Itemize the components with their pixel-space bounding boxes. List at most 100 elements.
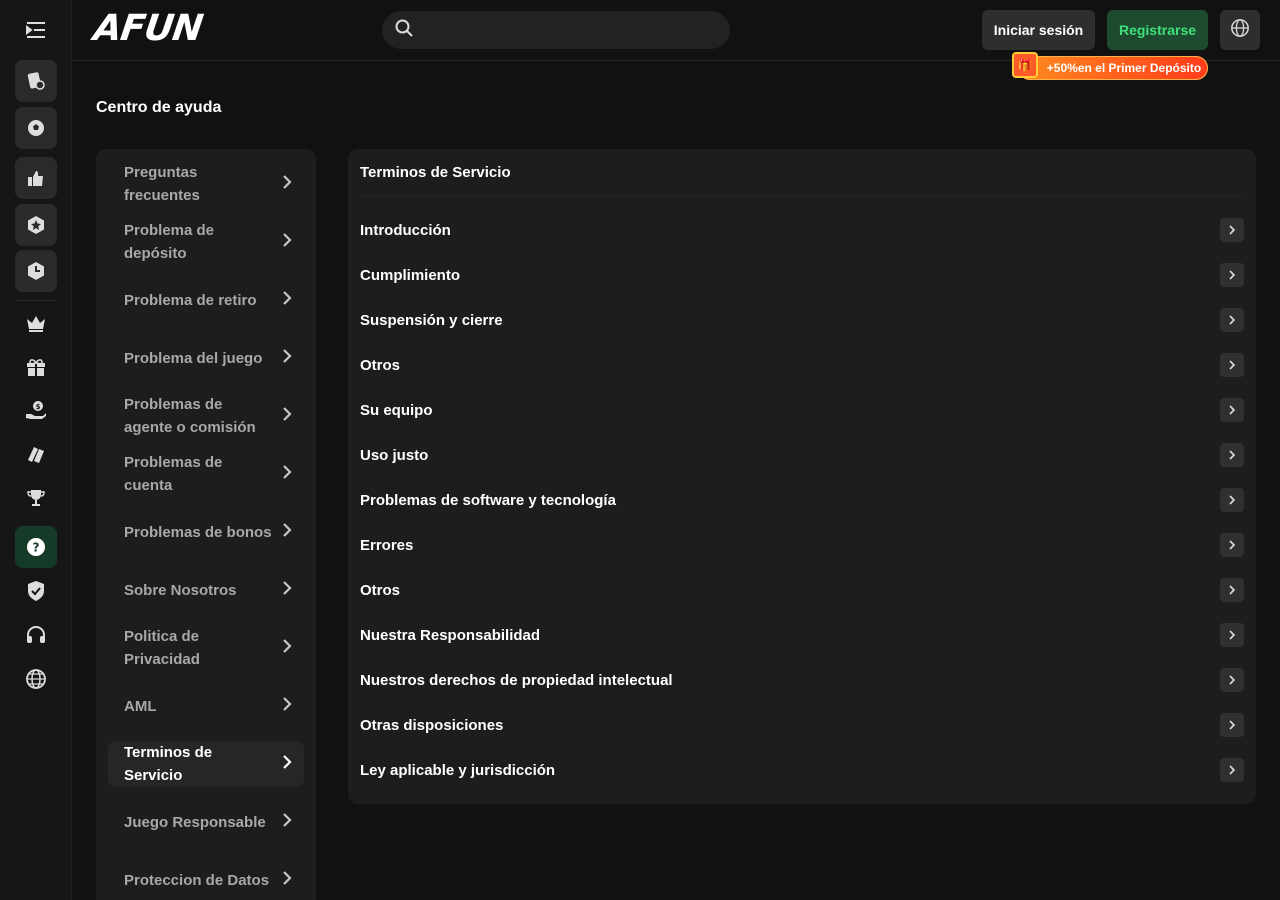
menu-item-problemas-bonos[interactable]: Problemas de bonos bbox=[108, 509, 304, 555]
section-row[interactable]: Problemas de software y tecnología bbox=[360, 484, 1244, 516]
left-rail: $ ? bbox=[0, 0, 72, 900]
chevron-right-icon[interactable] bbox=[1220, 263, 1244, 287]
chevron-right-icon[interactable] bbox=[1220, 398, 1244, 422]
chevron-right-icon bbox=[282, 812, 292, 833]
menu-item-proteccion-datos[interactable]: Proteccion de Datos bbox=[108, 857, 304, 900]
section-row[interactable]: Nuestros derechos de propiedad intelectu… bbox=[360, 664, 1244, 696]
menu-item-label: Problema de depósito bbox=[124, 222, 215, 262]
section-row[interactable]: Introducción bbox=[360, 214, 1244, 246]
menu-item-sobre-nosotros[interactable]: Sobre Nosotros bbox=[108, 567, 304, 613]
chevron-right-icon bbox=[282, 754, 292, 775]
section-row[interactable]: Ley aplicable y jurisdicción bbox=[360, 754, 1244, 786]
help-menu: Preguntas frecuentes Problema de depósit… bbox=[96, 149, 316, 900]
section-label: Nuestros derechos de propiedad intelectu… bbox=[360, 671, 673, 689]
menu-item-label: Juego Responsable bbox=[124, 813, 266, 831]
top-header: AFUN Iniciar sesión Registrarse 🎁 +50%en… bbox=[72, 0, 1280, 80]
register-button[interactable]: Registrarse bbox=[1107, 10, 1208, 50]
menu-toggle-icon[interactable] bbox=[22, 18, 50, 42]
menu-item-label: Politica de Privacidad bbox=[124, 628, 200, 668]
search-input[interactable] bbox=[422, 22, 712, 38]
headset-icon[interactable] bbox=[21, 620, 51, 650]
promo-badge[interactable]: 🎁 +50%en el Primer Depósito bbox=[1012, 52, 1208, 80]
star-badge-icon[interactable] bbox=[15, 204, 57, 246]
shield-check-icon[interactable] bbox=[21, 576, 51, 606]
menu-item-problema-juego[interactable]: Problema del juego bbox=[108, 335, 304, 381]
chevron-right-icon bbox=[282, 870, 292, 891]
section-row[interactable]: Otros bbox=[360, 349, 1244, 381]
chevron-right-icon[interactable] bbox=[1220, 758, 1244, 782]
language-button[interactable] bbox=[1220, 10, 1260, 50]
chevron-right-icon bbox=[282, 696, 292, 717]
menu-item-preguntas-frecuentes[interactable]: Preguntas frecuentes bbox=[108, 161, 304, 207]
svg-text:$: $ bbox=[36, 403, 41, 411]
section-label: Problemas de software y tecnología bbox=[360, 491, 616, 509]
rail-divider bbox=[15, 300, 57, 301]
menu-item-juego-responsable[interactable]: Juego Responsable bbox=[108, 799, 304, 845]
globe-icon[interactable] bbox=[21, 664, 51, 694]
section-label: Cumplimiento bbox=[360, 266, 460, 284]
menu-item-terminos-servicio[interactable]: Terminos de Servicio bbox=[108, 741, 304, 787]
menu-item-problema-deposito[interactable]: Problema de depósito bbox=[108, 219, 304, 265]
section-row[interactable]: Errores bbox=[360, 529, 1244, 561]
section-row[interactable]: Otros bbox=[360, 574, 1244, 606]
chevron-right-icon[interactable] bbox=[1220, 308, 1244, 332]
clock-icon[interactable] bbox=[15, 250, 57, 292]
chevron-right-icon[interactable] bbox=[1220, 443, 1244, 467]
chevron-right-icon bbox=[282, 232, 292, 253]
section-label: Errores bbox=[360, 536, 414, 554]
login-button[interactable]: Iniciar sesión bbox=[982, 10, 1095, 50]
afun-logo[interactable]: AFUN bbox=[91, 8, 205, 49]
trophy-icon[interactable] bbox=[21, 483, 51, 513]
gift-icon[interactable] bbox=[21, 352, 51, 382]
money-hand-icon[interactable]: $ bbox=[21, 395, 51, 425]
section-row[interactable]: Suspensión y cierre bbox=[360, 304, 1244, 336]
section-label: Otros bbox=[360, 581, 401, 599]
menu-item-label: Problemas de cuenta bbox=[124, 454, 223, 494]
menu-item-problemas-cuenta[interactable]: Problemas de cuenta bbox=[108, 451, 304, 497]
chevron-right-icon[interactable] bbox=[1220, 533, 1244, 557]
content-divider bbox=[360, 196, 1244, 197]
chevron-right-icon bbox=[282, 464, 292, 485]
menu-item-problemas-agente[interactable]: Problemas de agente o comisión bbox=[108, 393, 304, 439]
menu-item-label: Terminos de Servicio bbox=[124, 744, 213, 784]
chevron-right-icon bbox=[282, 348, 292, 369]
section-label: Uso justo bbox=[360, 446, 429, 464]
section-row[interactable]: Su equipo bbox=[360, 394, 1244, 426]
section-row[interactable]: Nuestra Responsabilidad bbox=[360, 619, 1244, 651]
chevron-right-icon[interactable] bbox=[1220, 713, 1244, 737]
chevron-right-icon[interactable] bbox=[1220, 623, 1244, 647]
chevron-right-icon[interactable] bbox=[1220, 578, 1244, 602]
crown-icon[interactable] bbox=[21, 308, 51, 338]
chevron-right-icon[interactable] bbox=[1220, 218, 1244, 242]
section-row[interactable]: Otras disposiciones bbox=[360, 709, 1244, 741]
soccer-ball-icon[interactable] bbox=[15, 107, 57, 149]
chevron-right-icon[interactable] bbox=[1220, 353, 1244, 377]
chevron-right-icon[interactable] bbox=[1220, 488, 1244, 512]
search-bar[interactable] bbox=[382, 11, 730, 49]
content-title: Terminos de Servicio bbox=[360, 164, 511, 181]
thumbs-up-icon[interactable] bbox=[15, 157, 57, 199]
chevron-right-icon[interactable] bbox=[1220, 668, 1244, 692]
gift-icon: 🎁 bbox=[1012, 52, 1038, 78]
menu-item-label: Problemas de bonos bbox=[124, 523, 272, 541]
tickets-icon[interactable] bbox=[21, 439, 51, 469]
section-row[interactable]: Uso justo bbox=[360, 439, 1244, 471]
promo-text: +50%en el Primer Depósito bbox=[1046, 61, 1202, 75]
section-label: Introducción bbox=[360, 221, 451, 239]
menu-item-problema-retiro[interactable]: Problema de retiro bbox=[108, 277, 304, 323]
section-row[interactable]: Cumplimiento bbox=[360, 259, 1244, 291]
page-title: Centro de ayuda bbox=[96, 99, 222, 116]
help-icon[interactable]: ? bbox=[15, 526, 57, 568]
menu-item-label: Problema del juego bbox=[124, 349, 263, 367]
chevron-right-icon bbox=[282, 580, 292, 601]
section-label: Ley aplicable y jurisdicción bbox=[360, 761, 556, 779]
menu-item-label: Preguntas frecuentes bbox=[124, 164, 200, 204]
menu-item-aml[interactable]: AML bbox=[108, 683, 304, 729]
svg-text:?: ? bbox=[33, 541, 40, 555]
menu-item-label: Sobre Nosotros bbox=[124, 581, 237, 599]
content-panel: Terminos de Servicio Introducción Cumpli… bbox=[348, 149, 1256, 804]
casino-cards-icon[interactable] bbox=[15, 60, 57, 102]
chevron-right-icon bbox=[282, 522, 292, 543]
menu-item-politica-privacidad[interactable]: Politica de Privacidad bbox=[108, 625, 304, 671]
section-label: Otras disposiciones bbox=[360, 716, 504, 734]
